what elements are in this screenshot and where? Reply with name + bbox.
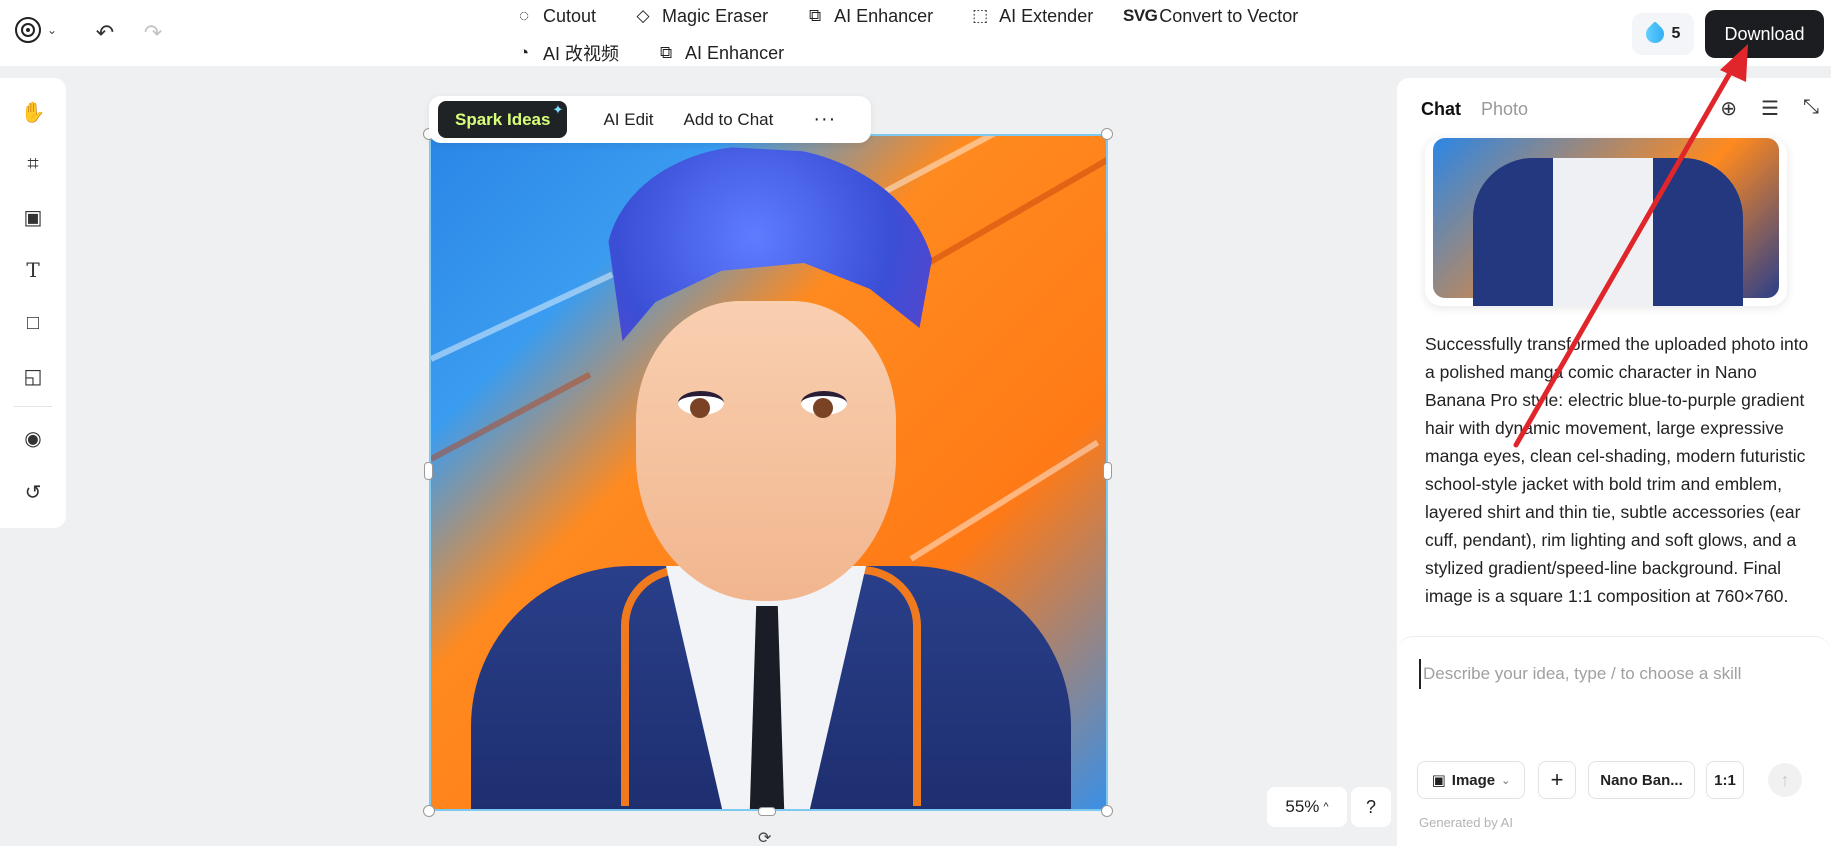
magic-eraser-button[interactable]: ◇ Magic Eraser [632, 5, 769, 27]
ai-edit-button[interactable]: AI Edit [603, 110, 653, 130]
result-thumbnail[interactable] [1425, 138, 1787, 306]
add-to-chat-button[interactable]: Add to Chat [684, 110, 774, 130]
tools-row-secondary: ◔ AI 改视频 ⧉ AI Enhancer [513, 41, 784, 65]
cutout-label: Cutout [543, 5, 597, 26]
tools-row-primary: ◌ Cutout ◇ Magic Eraser ⧉ AI Enhancer ⬚ AI E… [513, 4, 1298, 28]
generated-by-ai-note: Generated by AI [1419, 815, 1513, 830]
chat-composer: ▣ Image ⌄ + Nano Ban... 1:1 ↑ Generated … [1397, 636, 1831, 846]
image-action-bar: Spark Ideas ✦ AI Edit Add to Chat ··· [429, 96, 871, 143]
ai-enhancer-label-2: AI Enhancer [685, 42, 785, 63]
image-mode-dropdown[interactable]: ▣ Image ⌄ [1417, 761, 1525, 799]
sticky-note-icon[interactable]: ◱ [19, 362, 47, 390]
magic-eraser-label: Magic Eraser [662, 5, 769, 26]
panel-header-actions: ⊕ ☰ ⤡ [1720, 96, 1819, 121]
assistant-message: Successfully transformed the uploaded ph… [1425, 334, 1809, 606]
collapse-icon[interactable]: ⤡ [1803, 96, 1819, 121]
cutout-button[interactable]: ◌ Cutout [513, 5, 596, 27]
video-icon: ◔ [518, 43, 530, 62]
image-icon[interactable]: ▣ [19, 203, 47, 231]
chevron-down-icon: ⌄ [1501, 774, 1511, 787]
panel-header: Chat Photo ⊕ ☰ ⤡ [1397, 78, 1831, 140]
left-toolbar: ✋ ⌗ ▣ T □ ◱ ◉ ↺ [0, 78, 66, 528]
top-bar: ⌄ ↶ ↷ ◌ Cutout ◇ Magic Eraser ⧉ AI Enhancer… [0, 0, 1831, 66]
zoom-control[interactable]: 55% ^ [1267, 787, 1347, 827]
spark-ideas-label: Spark Ideas [455, 109, 551, 129]
resize-handle[interactable] [423, 805, 435, 817]
logo-icon [15, 17, 41, 43]
redo-icon[interactable]: ↷ [140, 20, 166, 46]
ai-video-button[interactable]: ◔ AI 改视频 [513, 40, 619, 66]
ai-extender-label: AI Extender [999, 5, 1094, 26]
aspect-ratio-selector[interactable]: 1:1 [1706, 761, 1744, 799]
credits-badge[interactable]: 5 [1632, 13, 1694, 55]
convert-to-vector-button[interactable]: SVG Convert to Vector [1123, 5, 1299, 27]
chevron-down-icon: ⌄ [47, 23, 58, 37]
enhance-icon: ⧉ [809, 6, 822, 25]
chat-history-icon[interactable]: ☰ [1761, 96, 1779, 121]
more-options-icon[interactable]: ··· [813, 108, 836, 131]
cutout-icon: ◌ [518, 6, 530, 25]
character-eye-left [678, 391, 724, 418]
credits-count: 5 [1671, 25, 1681, 42]
toolbar-divider [14, 406, 52, 407]
crop-icon[interactable]: ⌗ [19, 150, 47, 178]
ai-enhancer-button-2[interactable]: ⧉ AI Enhancer [655, 42, 784, 64]
ai-extender-button[interactable]: ⬚ AI Extender [969, 5, 1093, 27]
new-chat-icon[interactable]: ⊕ [1720, 96, 1737, 121]
tab-chat[interactable]: Chat [1421, 99, 1461, 120]
resize-handle[interactable] [1101, 805, 1113, 817]
convert-to-vector-label: Convert to Vector [1159, 5, 1299, 26]
send-button[interactable]: ↑ [1768, 763, 1802, 797]
thumbnail-image [1433, 138, 1779, 306]
canvas-image[interactable] [429, 134, 1108, 811]
image-icon: ▣ [1431, 772, 1446, 789]
tab-photo[interactable]: Photo [1481, 99, 1528, 120]
help-button[interactable]: ? [1351, 787, 1391, 827]
enhance-icon: ⧉ [659, 43, 673, 62]
resize-handle[interactable] [1103, 462, 1112, 480]
sparkle-icon: ✦ [552, 102, 564, 117]
chevron-up-icon: ^ [1323, 801, 1329, 813]
resize-handle[interactable] [758, 807, 776, 816]
zoom-level: 55% [1285, 797, 1320, 816]
add-attachment-button[interactable]: + [1538, 761, 1576, 799]
hand-icon[interactable]: ✋ [19, 98, 47, 126]
square-icon[interactable]: □ [19, 309, 47, 337]
thumbnail-shirt [1553, 158, 1653, 306]
character-face [636, 301, 896, 601]
history-icon[interactable]: ↺ [19, 478, 47, 506]
resize-handle[interactable] [1101, 128, 1113, 140]
ai-video-label: AI 改视频 [543, 44, 620, 64]
undo-icon[interactable]: ↶ [92, 20, 118, 46]
character-eye-right [801, 391, 847, 418]
ai-enhancer-label: AI Enhancer [834, 5, 934, 26]
svg-icon: SVG [1123, 6, 1158, 25]
ai-enhancer-button[interactable]: ⧉ AI Enhancer [804, 5, 933, 27]
extend-icon: ⬚ [972, 6, 989, 25]
rotate-icon[interactable]: ⟳ [758, 828, 771, 846]
arrow-up-icon: ↑ [1780, 769, 1790, 790]
download-button[interactable]: Download [1705, 10, 1824, 58]
plus-icon: + [1550, 767, 1564, 792]
chat-panel: Chat Photo ⊕ ☰ ⤡ Successfully transforme… [1397, 78, 1831, 846]
eraser-icon: ◇ [636, 6, 650, 25]
logo-menu[interactable]: ⌄ [15, 17, 57, 43]
user-circle-icon[interactable]: ◉ [19, 424, 47, 452]
model-selector[interactable]: Nano Ban... [1588, 761, 1695, 799]
text-icon[interactable]: T [19, 256, 47, 284]
prompt-input[interactable] [1419, 659, 1809, 689]
spark-ideas-button[interactable]: Spark Ideas ✦ [438, 101, 568, 138]
credit-drop-icon [1641, 21, 1668, 47]
resize-handle[interactable] [424, 462, 433, 480]
image-mode-label: Image [1451, 771, 1496, 789]
